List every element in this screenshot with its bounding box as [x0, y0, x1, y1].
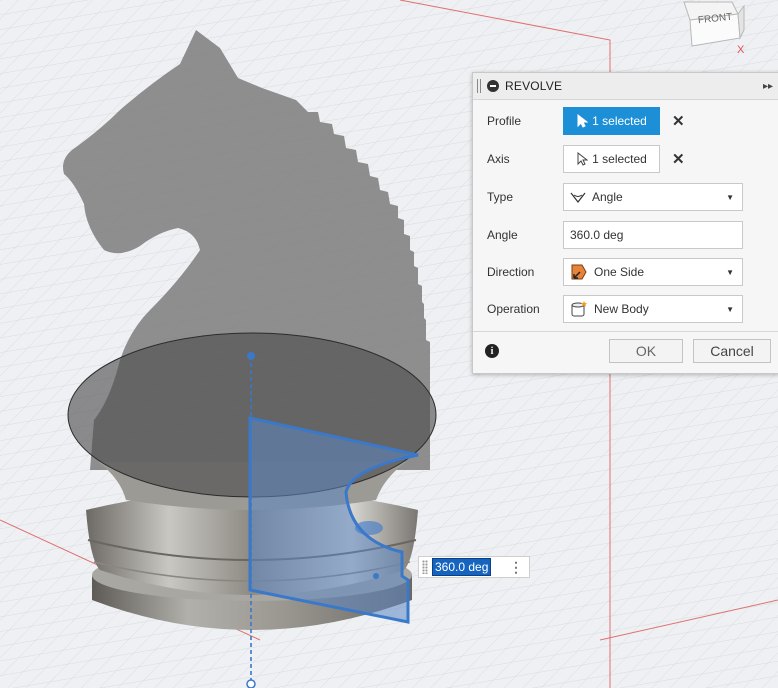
angle-icon: [570, 192, 586, 203]
operation-dropdown[interactable]: New Body ▼: [563, 295, 743, 323]
chevron-down-icon: ▼: [726, 304, 734, 314]
drag-grip-icon[interactable]: [477, 79, 481, 93]
axis-bottom-handle[interactable]: [246, 679, 256, 688]
collapse-icon[interactable]: [487, 80, 499, 92]
angle-manipulator: [355, 521, 383, 535]
profile-row: Profile 1 selected ✕: [473, 106, 778, 136]
viewcube[interactable]: FRONT X: [680, 0, 746, 61]
one-side-icon: [571, 264, 587, 280]
cursor-arrow-icon: [577, 152, 589, 166]
direction-row: Direction One Side ▼: [473, 257, 778, 287]
dialog-header[interactable]: REVOLVE ▸▸: [473, 73, 778, 100]
clear-profile-icon[interactable]: ✕: [672, 112, 685, 130]
dialog-divider: [473, 331, 778, 332]
operation-label: Operation: [487, 302, 540, 316]
direction-label: Direction: [487, 265, 535, 279]
profile-select-button[interactable]: 1 selected: [563, 107, 660, 135]
canvas-angle-input[interactable]: 360.0 deg ⋮: [418, 556, 530, 578]
type-row: Type Angle ▼: [473, 182, 778, 212]
clear-axis-icon[interactable]: ✕: [672, 150, 685, 168]
ok-button[interactable]: OK: [609, 339, 683, 363]
axis-row: Axis 1 selected ✕: [473, 144, 778, 174]
type-value: Angle: [592, 190, 623, 204]
cancel-button[interactable]: Cancel: [693, 339, 771, 363]
dialog-footer: i OK Cancel: [473, 337, 778, 365]
expand-icon[interactable]: ▸▸: [763, 81, 773, 92]
direction-dropdown[interactable]: One Side ▼: [563, 258, 743, 286]
revolve-dialog: REVOLVE ▸▸ Profile 1 selected ✕ Axis 1 s…: [472, 72, 778, 374]
operation-row: Operation New Body ▼: [473, 294, 778, 324]
axis-x-label: X: [737, 44, 745, 56]
canvas-angle-value[interactable]: 360.0 deg: [432, 558, 492, 576]
profile-label: Profile: [487, 114, 522, 128]
axis-value: 1 selected: [592, 152, 647, 166]
operation-value: New Body: [594, 302, 649, 316]
chevron-down-icon: ▼: [726, 192, 734, 202]
type-label: Type: [487, 190, 514, 204]
type-dropdown[interactable]: Angle ▼: [563, 183, 743, 211]
axis-select-button[interactable]: 1 selected: [563, 145, 660, 173]
angle-row: Angle 360.0 deg: [473, 220, 778, 250]
dialog-title: REVOLVE: [505, 79, 563, 93]
axis-top-handle[interactable]: [247, 352, 255, 360]
angle-input[interactable]: 360.0 deg: [563, 221, 743, 249]
cursor-arrow-icon: [577, 114, 589, 128]
drag-grip-icon[interactable]: [422, 560, 428, 574]
axis-label: Axis: [487, 152, 510, 166]
info-icon[interactable]: i: [485, 344, 499, 358]
profile-value: 1 selected: [592, 114, 647, 128]
more-options-icon[interactable]: ⋮: [509, 559, 523, 576]
angle-label: Angle: [487, 228, 518, 242]
chevron-down-icon: ▼: [726, 267, 734, 277]
direction-value: One Side: [594, 265, 645, 279]
new-body-icon: [571, 301, 587, 317]
